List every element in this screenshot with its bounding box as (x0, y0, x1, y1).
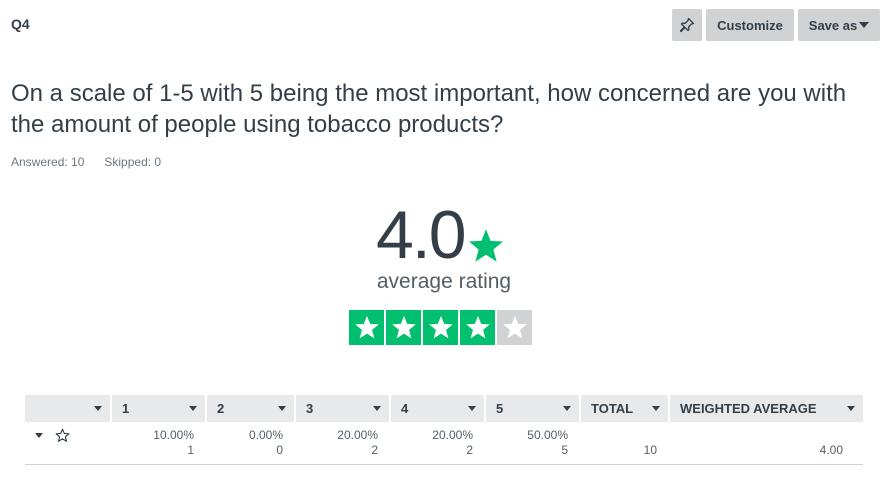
column-header[interactable]: 4 (390, 395, 486, 422)
chevron-down-icon[interactable] (278, 406, 286, 411)
star-rating-bar (349, 310, 532, 345)
column-header[interactable]: 5 (485, 395, 581, 422)
weighted-average-cell: 4.00 (669, 422, 863, 465)
chevron-down-icon[interactable] (652, 406, 660, 411)
table-cell: 10.00% 1 (111, 422, 206, 465)
average-rating: 4.0 (376, 196, 505, 274)
table-cell: 20.00% 2 (390, 422, 485, 465)
table-cell: 20.00% 2 (295, 422, 390, 465)
rating-value: 4.0 (376, 197, 467, 273)
save-as-label: Save as (808, 17, 858, 33)
star-outline-icon[interactable] (55, 428, 70, 443)
star-icon (468, 229, 503, 262)
save-as-button[interactable]: Save as (798, 9, 880, 41)
chevron-down-icon[interactable] (468, 406, 476, 411)
star-icon (502, 315, 527, 339)
table-row: 10.00% 1 0.00% 0 20.00% 2 20.00% 2 50.00% 5 1… (25, 422, 863, 465)
response-stats: Answered: 10 Skipped: 0 (11, 155, 161, 169)
column-header[interactable]: 2 (206, 395, 296, 422)
toolbar: Customize Save as (672, 9, 880, 41)
table-cell: 50.00% 5 (485, 422, 580, 465)
chevron-down-icon[interactable] (563, 406, 571, 411)
pin-icon (679, 17, 695, 33)
row-controls (25, 422, 111, 465)
star-empty-box (497, 310, 532, 345)
skipped-count: Skipped: 0 (104, 155, 162, 169)
rating-table: 1 2 3 4 5 TOTAL WEIGHTED AVERAGE 10.00% 1… (25, 395, 863, 465)
star-filled-box (349, 310, 384, 345)
question-text: On a scale of 1-5 with 5 being the most … (11, 80, 847, 138)
star-filled-box (460, 310, 495, 345)
customize-button[interactable]: Customize (706, 9, 794, 41)
pin-button[interactable] (672, 9, 702, 41)
chevron-down-icon[interactable] (373, 406, 381, 411)
table-header-row: 1 2 3 4 5 TOTAL WEIGHTED AVERAGE (25, 395, 863, 422)
star-icon (465, 315, 490, 339)
total-cell: 10 (580, 422, 669, 465)
chevron-down-icon (859, 22, 870, 28)
chevron-down-icon[interactable] (35, 433, 43, 438)
answered-count: Answered: 10 (11, 155, 85, 169)
column-header[interactable]: 1 (111, 395, 207, 422)
star-filled-box (423, 310, 458, 345)
column-header[interactable]: WEIGHTED AVERAGE (669, 395, 863, 422)
star-icon (354, 315, 379, 339)
column-header[interactable] (25, 395, 112, 422)
star-icon (428, 315, 453, 339)
column-header[interactable]: TOTAL (580, 395, 670, 422)
chevron-down-icon[interactable] (847, 406, 855, 411)
chevron-down-icon[interactable] (94, 406, 102, 411)
chevron-down-icon[interactable] (189, 406, 197, 411)
question-number: Q4 (11, 16, 30, 32)
column-header[interactable]: 3 (295, 395, 391, 422)
table-cell: 0.00% 0 (206, 422, 295, 465)
star-icon (391, 315, 416, 339)
average-rating-label: average rating (376, 270, 512, 293)
star-filled-box (386, 310, 421, 345)
